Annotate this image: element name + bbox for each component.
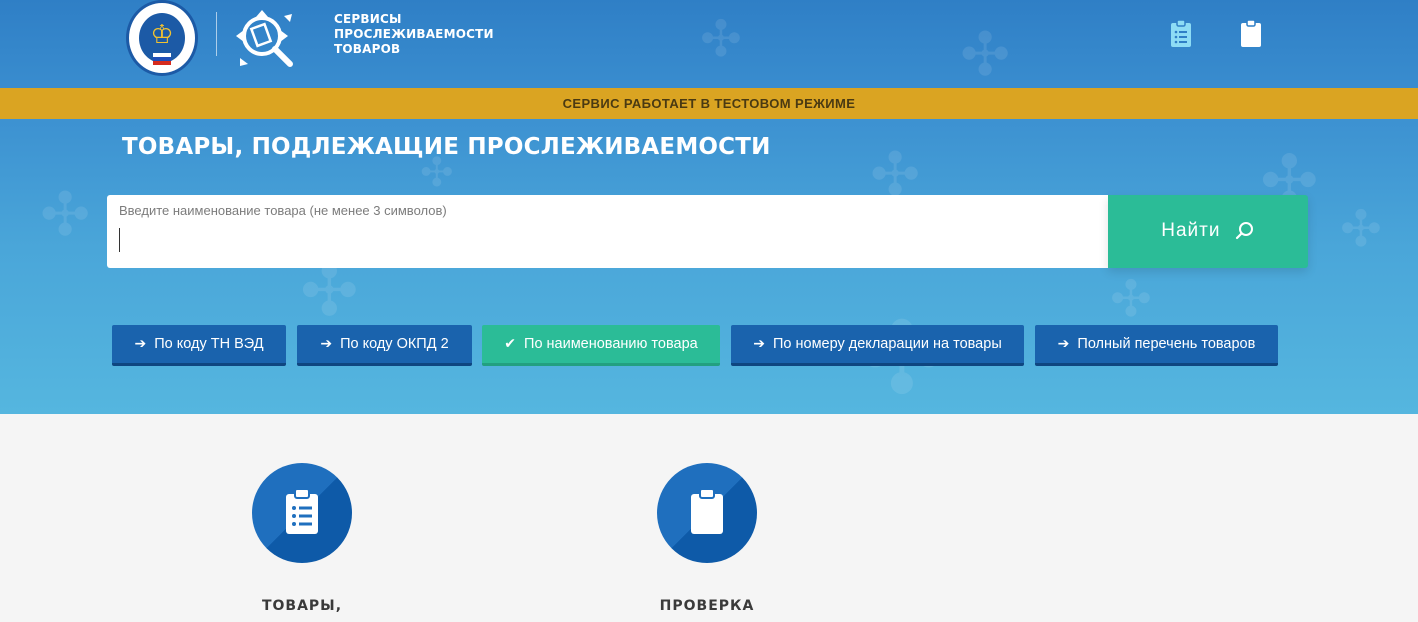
logo-divider <box>216 12 217 56</box>
test-mode-banner: СЕРВИС РАБОТАЕТ В ТЕСТОВОМ РЕЖИМЕ <box>0 88 1418 119</box>
arrow-right-icon: ➔ <box>134 336 147 352</box>
tab-product-name[interactable]: ✔ По наименованию товара <box>482 325 720 366</box>
check-icon: ✔ <box>504 336 517 352</box>
header: ♔ СЕРВИСЫ ПРОСЛЕЖИВАЕМОСТИ ТОВАРОВ <box>0 0 1418 88</box>
brand-line-1: СЕРВИСЫ <box>334 12 402 26</box>
clipboard-list-icon[interactable] <box>1170 20 1192 48</box>
arrow-right-icon: ➔ <box>1057 336 1070 352</box>
decor-arrows-icon: ✣ <box>1340 200 1382 258</box>
feature-check-title[interactable]: ПРОВЕРКА <box>635 598 779 614</box>
search-icon <box>1235 222 1253 240</box>
decor-arrows-icon: ✣ <box>40 180 91 250</box>
hero-section: ✣ ✣ ✣ ✣ ✣ ✣ ✣ ✣ ✣ ✣ ♔ СЕРВИСЫ <box>0 0 1418 414</box>
tab-label: По коду ОКПД 2 <box>340 336 449 352</box>
tab-okpd2-code[interactable]: ➔ По коду ОКПД 2 <box>297 325 472 366</box>
tab-label: Полный перечень товаров <box>1077 336 1256 352</box>
flag-icon <box>153 53 171 65</box>
feature-goods-icon-circle[interactable] <box>252 463 352 563</box>
tab-declaration-number[interactable]: ➔ По номеру декларации на товары <box>731 325 1024 366</box>
search-input[interactable] <box>119 225 1089 257</box>
search-button[interactable]: Найти <box>1108 195 1308 268</box>
arrow-right-icon: ➔ <box>753 336 765 352</box>
brand-line-3: ТОВАРОВ <box>334 42 401 56</box>
clipboard-icon <box>691 489 723 534</box>
page-title: ТОВАРЫ, ПОДЛЕЖАЩИЕ ПРОСЛЕЖИВАЕМОСТИ <box>122 134 771 160</box>
tab-label: По наименованию товара <box>524 336 698 352</box>
tab-tnved-code[interactable]: ➔ По коду ТН ВЭД <box>112 325 286 366</box>
tracking-magnifier-icon[interactable] <box>232 8 308 70</box>
decor-arrows-icon: ✣ <box>1110 270 1152 328</box>
search-box[interactable]: Введите наименование товара (не менее 3 … <box>107 195 1108 268</box>
search-label: Введите наименование товара (не менее 3 … <box>119 203 447 218</box>
text-caret <box>119 228 120 252</box>
clipboard-icon[interactable] <box>1240 20 1262 48</box>
clipboard-list-icon <box>286 489 318 534</box>
fns-emblem-icon[interactable]: ♔ <box>126 0 198 76</box>
search-button-label: Найти <box>1161 220 1221 242</box>
feature-goods-title[interactable]: ТОВАРЫ, <box>230 598 374 614</box>
tab-label: По коду ТН ВЭД <box>154 336 264 352</box>
eagle-icon: ♔ <box>150 19 174 49</box>
tab-label: По номеру декларации на товары <box>772 336 1002 352</box>
brand-title[interactable]: СЕРВИСЫ ПРОСЛЕЖИВАЕМОСТИ ТОВАРОВ <box>334 12 494 57</box>
tab-full-list[interactable]: ➔ Полный перечень товаров <box>1035 325 1278 366</box>
feature-check-icon-circle[interactable] <box>657 463 757 563</box>
arrow-right-icon: ➔ <box>320 336 333 352</box>
brand-line-2: ПРОСЛЕЖИВАЕМОСТИ <box>334 27 494 41</box>
